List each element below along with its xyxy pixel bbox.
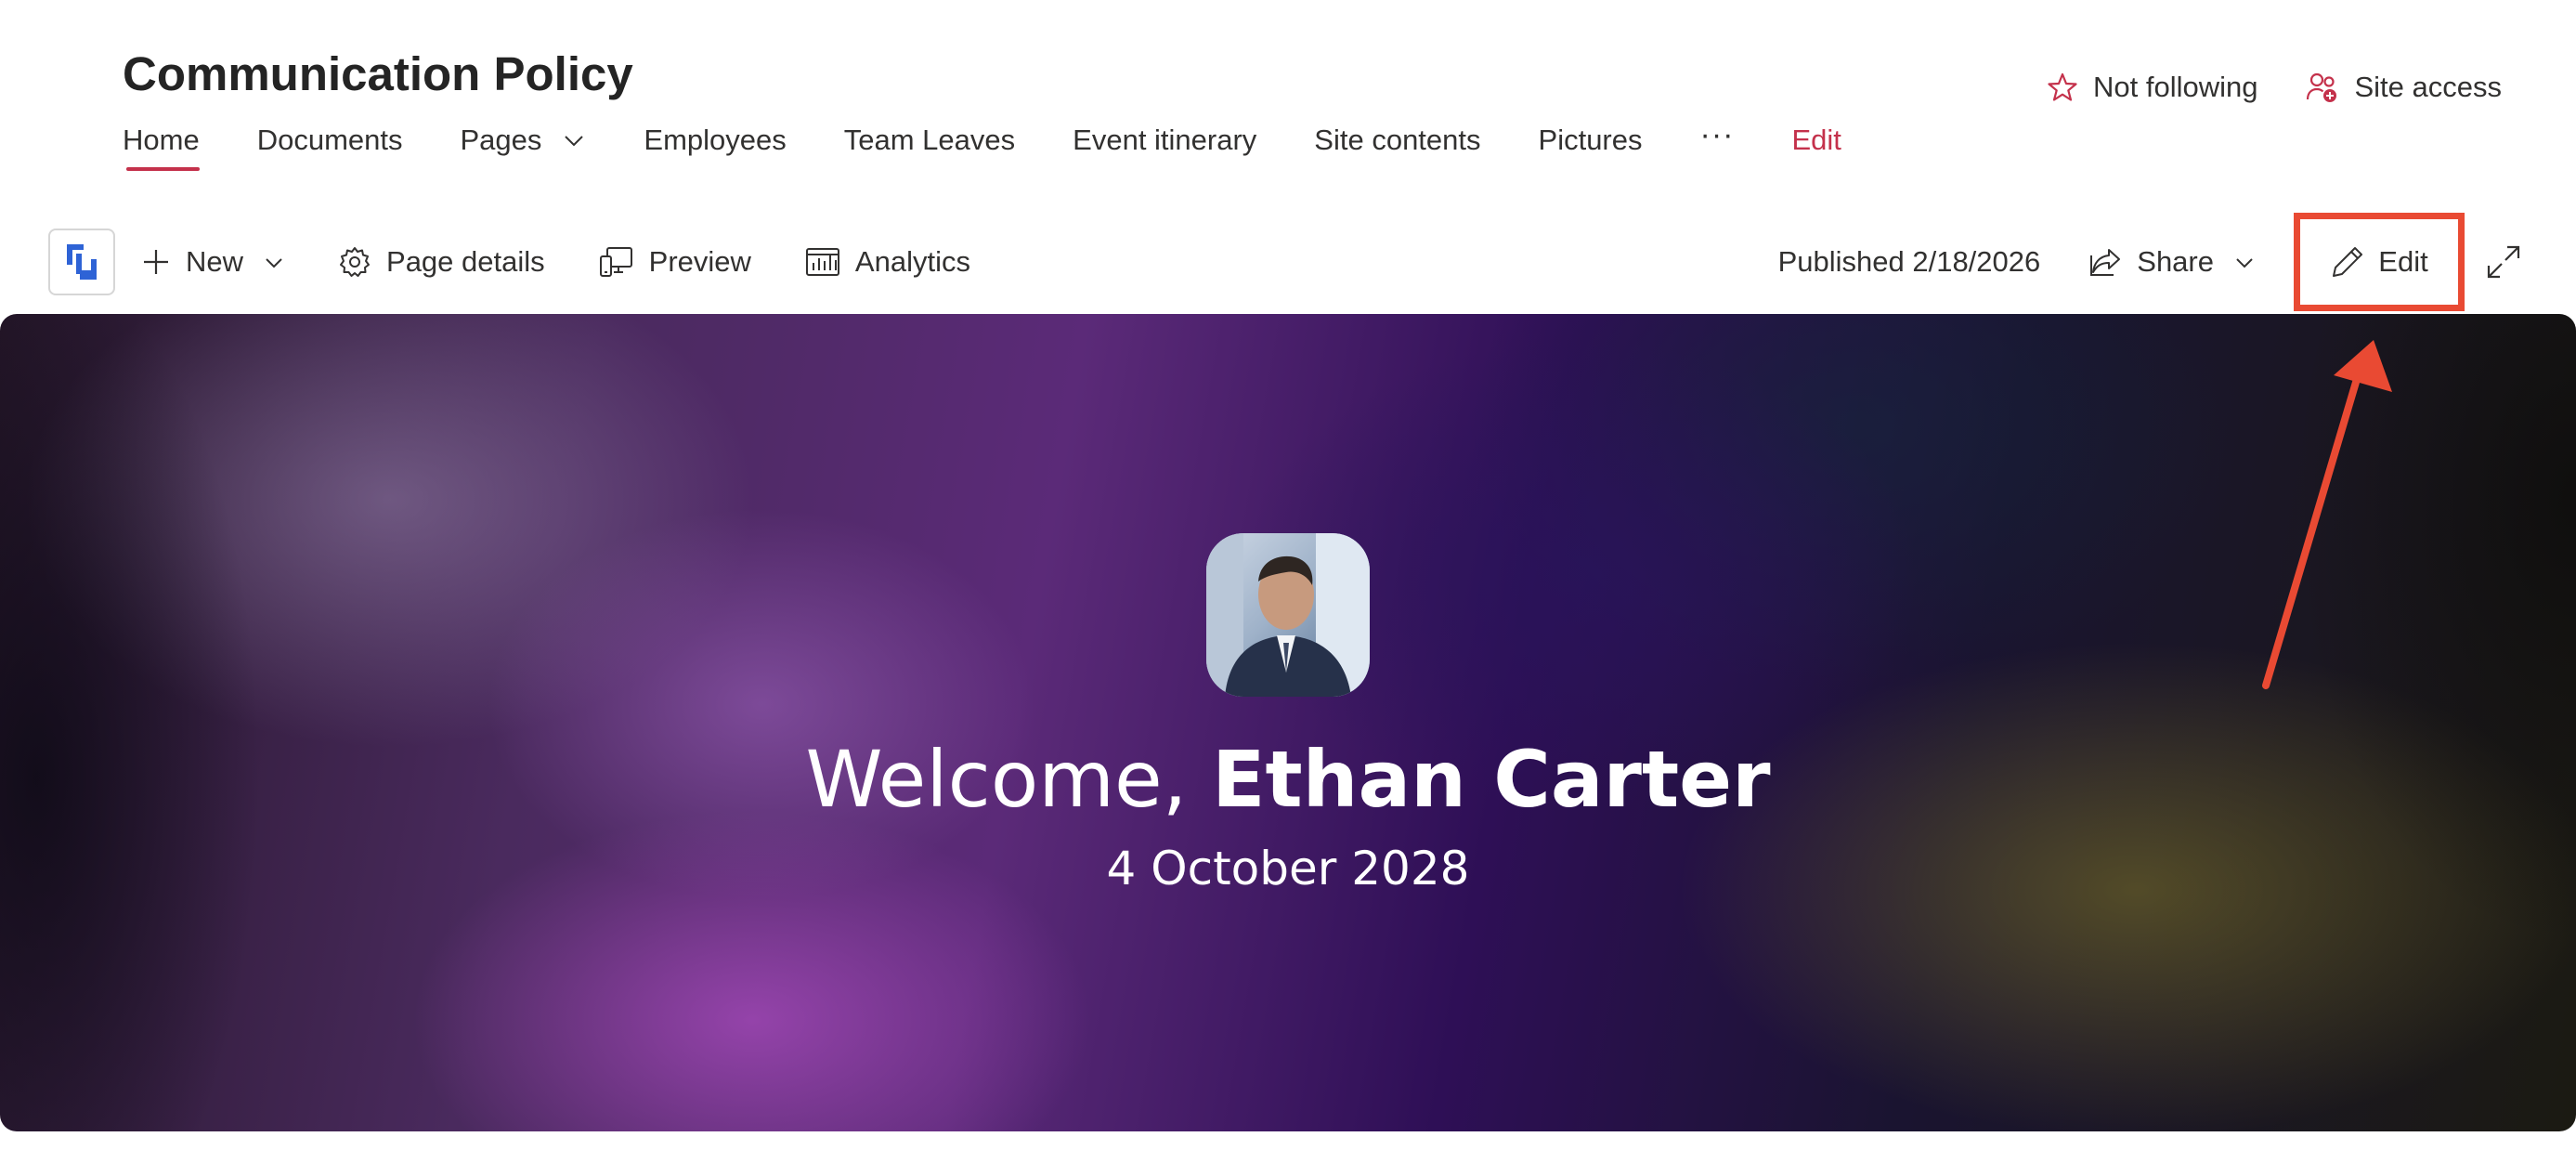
plus-icon [144, 250, 168, 274]
follow-label: Not following [2093, 71, 2258, 103]
nav-item-team-leaves[interactable]: Team Leaves [844, 119, 1015, 162]
nav-item-label: Employees [644, 124, 787, 156]
new-label: New [186, 245, 244, 278]
welcome-heading: Welcome, Ethan Carter [805, 734, 1770, 825]
analytics-button[interactable]: Analytics [805, 245, 970, 279]
app-logo-icon [67, 244, 97, 280]
nav-item-label: Pages [460, 124, 542, 156]
edit-page-button[interactable]: Edit [2294, 213, 2465, 311]
avatar [1206, 533, 1370, 697]
command-bar-right: Published 2/18/2026 Share Edit [1778, 213, 2528, 311]
nav-item-pictures[interactable]: Pictures [1539, 119, 1643, 162]
preview-button[interactable]: Preview [599, 245, 751, 279]
expand-button[interactable] [2479, 238, 2528, 286]
nav-item-home[interactable]: Home [123, 119, 200, 171]
chevron-down-icon [2236, 258, 2253, 268]
hero-date: 4 October 2028 [1106, 842, 1470, 895]
nav-item-label: Home [123, 124, 200, 156]
follow-button[interactable]: Not following [2047, 71, 2257, 104]
hero-banner: Welcome, Ethan Carter 4 October 2028 [0, 314, 2576, 1131]
page-details-label: Page details [386, 245, 545, 278]
new-button[interactable]: New [141, 245, 284, 279]
expand-icon [2487, 245, 2520, 279]
share-label: Share [2137, 245, 2214, 278]
pencil-icon [2333, 247, 2363, 277]
welcome-user-name: Ethan Carter [1212, 734, 1771, 825]
nav-item-event-itinerary[interactable]: Event itinerary [1073, 119, 1256, 162]
nav-item-label: Site contents [1314, 124, 1481, 156]
chevron-down-icon [266, 258, 282, 268]
nav-item-label: Event itinerary [1073, 124, 1257, 156]
devices-icon [599, 247, 632, 277]
nav-item-documents[interactable]: Documents [257, 119, 403, 162]
chevron-down-icon[interactable] [562, 128, 586, 152]
nav-item-site-contents[interactable]: Site contents [1314, 119, 1480, 162]
nav-item-label: Team Leaves [843, 124, 1016, 156]
app-launcher-tile[interactable] [48, 229, 115, 295]
share-icon [2090, 249, 2121, 276]
nav-more-button[interactable]: ··· [1700, 113, 1735, 156]
edit-label: Edit [2378, 245, 2428, 278]
site-access-label: Site access [2354, 71, 2502, 103]
welcome-greeting: Welcome, [805, 734, 1213, 825]
user-photo [1206, 533, 1370, 697]
people-icon [2307, 72, 2337, 102]
chart-icon [805, 248, 839, 276]
nav-item-pages[interactable]: Pages [461, 119, 587, 162]
site-navigation: Home Documents Pages Employees Team Leav… [123, 117, 1899, 175]
hero-content: Welcome, Ethan Carter 4 October 2028 [0, 533, 2576, 895]
nav-item-employees[interactable]: Employees [644, 119, 786, 162]
nav-item-label: Pictures [1538, 124, 1643, 156]
command-bar: New Page details Preview Analytics Publi… [48, 213, 2528, 311]
site-access-button[interactable]: Site access [2306, 71, 2502, 104]
analytics-label: Analytics [854, 245, 970, 278]
header-actions: Not following Site access [1998, 71, 2502, 104]
preview-label: Preview [648, 245, 751, 278]
nav-item-label: Documents [256, 124, 403, 156]
star-icon [2048, 72, 2077, 101]
nav-edit-link[interactable]: Edit [1791, 119, 1841, 162]
site-title[interactable]: Communication Policy [123, 46, 633, 101]
share-button[interactable]: Share [2088, 245, 2255, 279]
published-status: Published 2/18/2026 [1777, 245, 2041, 278]
gear-icon [340, 247, 371, 277]
page-details-button[interactable]: Page details [338, 245, 545, 279]
